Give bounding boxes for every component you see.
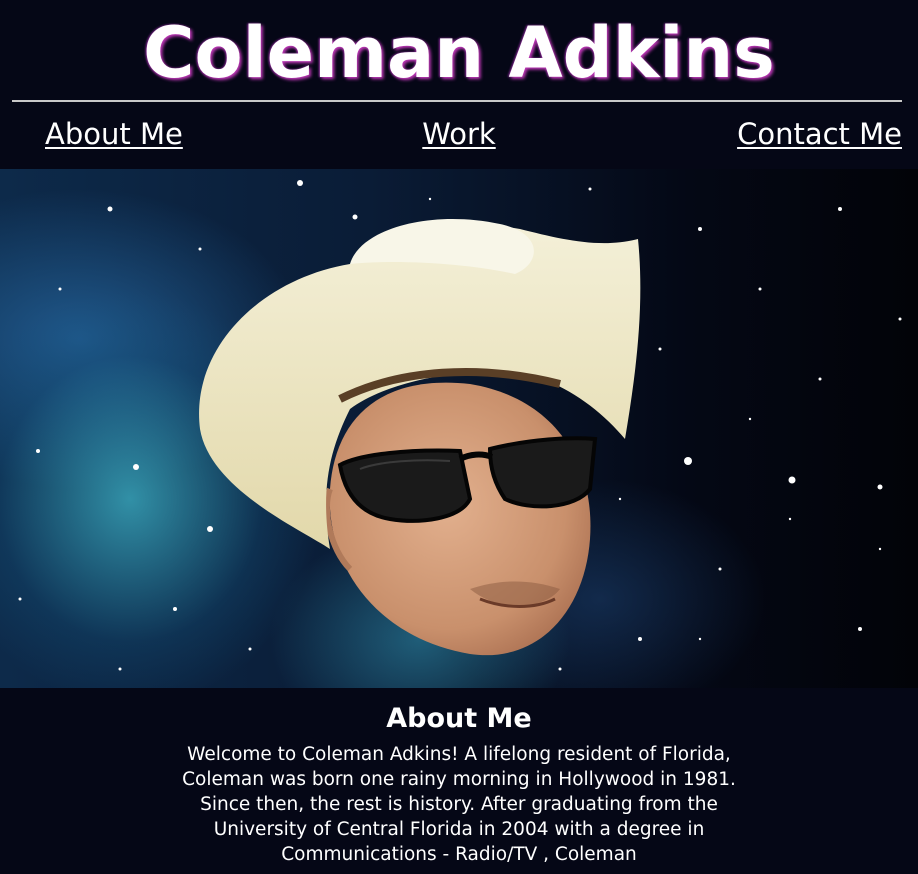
main-nav: About Me Work Contact Me (0, 112, 918, 156)
about-heading: About Me (386, 703, 532, 734)
portrait-face (324, 382, 591, 656)
page: Coleman Adkins About Me Work Contact Me (0, 0, 918, 874)
hero-portrait-illustration (18, 180, 902, 671)
header-divider (12, 100, 902, 102)
site-title: Coleman Adkins (143, 12, 775, 94)
nav-link-contact[interactable]: Contact Me (737, 112, 902, 156)
about-body-text: Welcome to Coleman Adkins! A lifelong re… (182, 744, 736, 865)
hero-image (0, 169, 918, 688)
about-section: About Me Welcome to Coleman Adkins! A li… (0, 702, 918, 867)
site-header: Coleman Adkins About Me Work Contact Me (0, 0, 918, 169)
